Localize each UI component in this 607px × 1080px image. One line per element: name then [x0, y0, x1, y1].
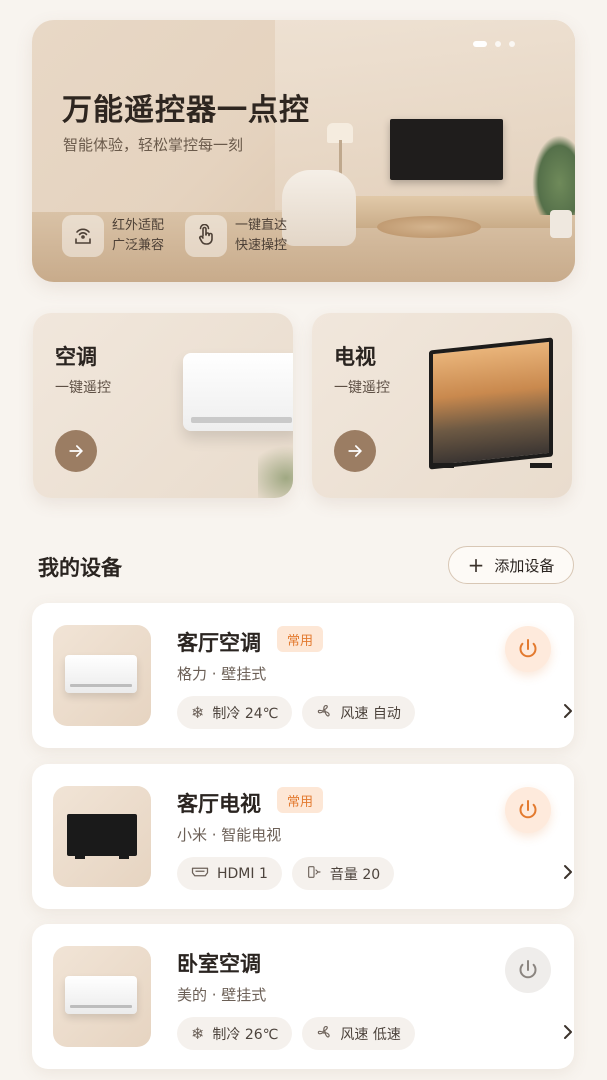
feature-infrared-line1: 红外适配 [112, 218, 165, 233]
frequent-badge: 常用 [277, 787, 324, 813]
device-model: 美的 · 壁挂式 [177, 986, 267, 1004]
power-button[interactable] [505, 787, 551, 833]
feature-one-tap: 一键直达 快速操控 [185, 215, 287, 257]
quick-card-tv[interactable]: 电视 一键遥控 [312, 313, 572, 498]
air-conditioner-image [183, 353, 293, 431]
arrow-right-icon [348, 445, 362, 457]
fan-speed-chip[interactable]: 风速 低速 [302, 1017, 415, 1050]
volume-icon [306, 864, 322, 884]
my-devices-title: 我的设备 [38, 556, 122, 580]
air-conditioner-image [65, 976, 137, 1014]
device-card-living-room-ac[interactable]: 客厅空调 常用 格力 · 壁挂式 ❄ 制冷 24℃ 风速 自动 [32, 603, 574, 748]
power-button[interactable] [505, 947, 551, 993]
fan-speed-chip-label: 风速 自动 [340, 705, 401, 722]
hero-title: 万能遥控器一点控 [62, 93, 310, 128]
input-source-label: HDMI 1 [217, 865, 268, 882]
feature-infrared-line2: 广泛兼容 [112, 238, 165, 253]
arrow-right-icon [69, 445, 83, 457]
quick-card-ac-go-button[interactable] [55, 430, 97, 472]
device-thumbnail [53, 946, 151, 1047]
device-thumbnail [53, 786, 151, 887]
carousel-pager[interactable] [473, 41, 515, 47]
pager-dot-2[interactable] [495, 41, 501, 47]
mode-chip[interactable]: ❄ 制冷 24℃ [177, 696, 293, 729]
add-device-button[interactable]: + 添加设备 [448, 546, 574, 584]
television-image [429, 337, 553, 470]
plant-image [532, 135, 575, 215]
snowflake-icon: ❄ [191, 703, 205, 722]
device-card-living-room-tv[interactable]: 客厅电视 常用 小米 · 智能电视 HDMI 1 音量 20 [32, 764, 574, 909]
hero-banner[interactable]: 万能遥控器一点控 智能体验，轻松掌控每一刻 红外适配 广泛兼容 一键直达 快速操… [32, 20, 575, 282]
coffee-table-image [377, 216, 481, 238]
television-stand [432, 463, 552, 469]
fan-speed-chip[interactable]: 风速 自动 [302, 696, 415, 729]
feature-one-tap-line2: 快速操控 [235, 238, 288, 253]
chevron-right-icon[interactable] [561, 1021, 575, 1043]
add-device-label: 添加设备 [494, 556, 555, 575]
fan-icon [316, 1024, 332, 1044]
snowflake-icon: ❄ [191, 1024, 205, 1043]
armchair-image [282, 170, 356, 246]
feature-one-tap-line1: 一键直达 [235, 218, 288, 233]
mode-chip[interactable]: ❄ 制冷 26℃ [177, 1017, 293, 1050]
pager-dot-3[interactable] [509, 41, 515, 47]
device-model: 小米 · 智能电视 [177, 826, 282, 844]
hero-subtitle: 智能体验，轻松掌控每一刻 [63, 136, 244, 154]
mode-chip-label: 制冷 26℃ [212, 1026, 279, 1043]
plant-pot-image [550, 210, 572, 238]
plus-icon: + [467, 553, 485, 577]
quick-card-tv-title: 电视 [334, 345, 376, 369]
power-icon [519, 800, 537, 819]
device-model: 格力 · 壁挂式 [177, 665, 267, 683]
quick-card-ac-title: 空调 [55, 345, 97, 369]
plant-leaf-decoration [258, 443, 293, 498]
device-thumbnail [53, 625, 151, 726]
quick-card-tv-subtitle: 一键遥控 [334, 380, 390, 396]
power-icon [519, 639, 537, 658]
hero-tv-image [390, 119, 503, 180]
quick-card-tv-go-button[interactable] [334, 430, 376, 472]
television-image [67, 814, 137, 856]
fan-icon [316, 703, 332, 723]
fan-speed-chip-label: 风速 低速 [340, 1026, 401, 1043]
tap-hand-icon [185, 215, 227, 257]
hdmi-icon [191, 864, 209, 883]
input-source-chip[interactable]: HDMI 1 [177, 857, 282, 890]
mode-chip-label: 制冷 24℃ [212, 705, 279, 722]
device-name: 卧室空调 [177, 952, 261, 976]
device-name: 客厅电视 [177, 792, 261, 816]
infrared-icon [62, 215, 104, 257]
television-stand [75, 856, 129, 860]
feature-infrared: 红外适配 广泛兼容 [62, 215, 164, 257]
quick-card-ac-subtitle: 一键遥控 [55, 380, 111, 396]
device-card-bedroom-ac[interactable]: 卧室空调 美的 · 壁挂式 ❄ 制冷 26℃ 风速 低速 [32, 924, 574, 1069]
chevron-right-icon[interactable] [561, 861, 575, 883]
volume-chip[interactable]: 音量 20 [291, 857, 395, 890]
frequent-badge: 常用 [277, 626, 324, 652]
chevron-right-icon[interactable] [561, 700, 575, 722]
power-button[interactable] [505, 626, 551, 672]
power-icon [519, 960, 537, 979]
air-conditioner-image [65, 655, 137, 693]
pager-dot-1[interactable] [473, 41, 487, 47]
quick-card-ac[interactable]: 空调 一键遥控 [33, 313, 293, 498]
device-name: 客厅空调 [177, 631, 261, 655]
volume-chip-label: 音量 20 [329, 866, 381, 883]
